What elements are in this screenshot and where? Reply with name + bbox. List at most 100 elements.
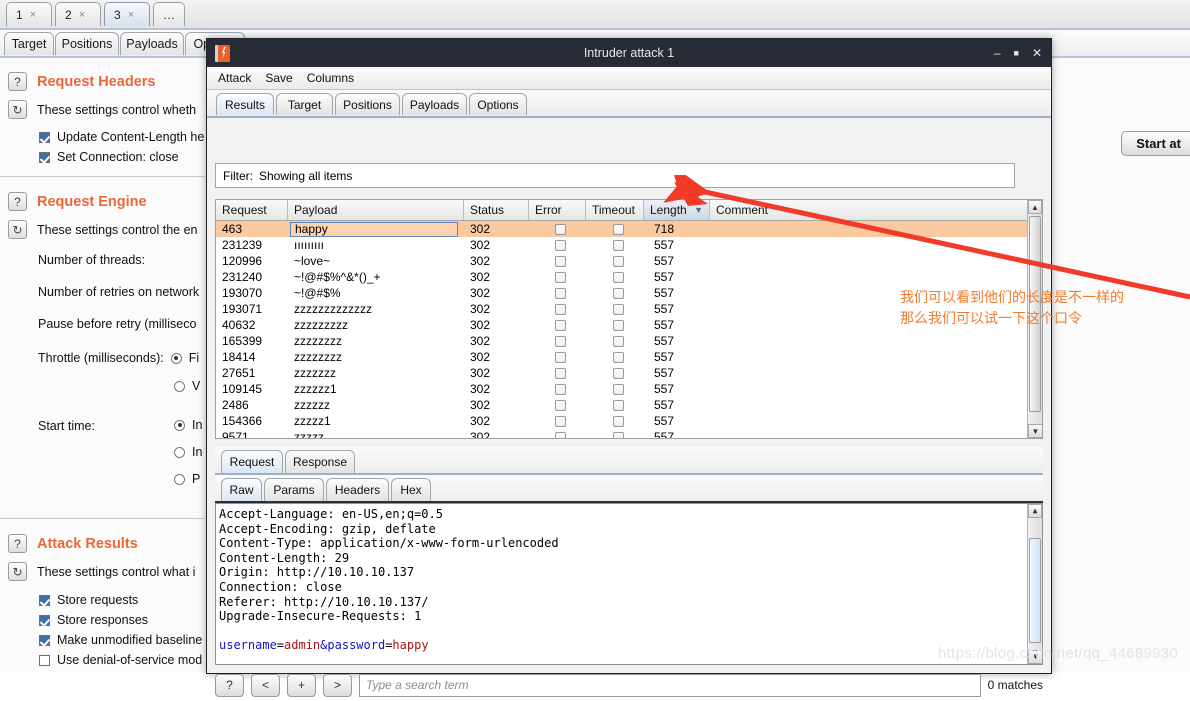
help-icon[interactable]: ? — [215, 673, 244, 697]
scroll-down-icon[interactable]: ▼ — [1028, 424, 1042, 438]
radio-start-paused[interactable]: P — [174, 472, 200, 486]
checkbox-icon[interactable] — [39, 131, 50, 143]
refresh-icon[interactable]: ↻ — [8, 562, 27, 581]
column-header-error[interactable]: Error — [529, 200, 586, 220]
minimize-icon[interactable]: – — [994, 46, 1001, 60]
tab-response[interactable]: Response — [285, 450, 355, 473]
search-input[interactable]: Type a search term — [359, 673, 981, 697]
checkbox-icon[interactable] — [612, 271, 624, 283]
tab-options[interactable]: Options — [469, 93, 527, 115]
cell-payload[interactable]: happy — [288, 221, 464, 237]
start-attack-button[interactable]: Start at — [1121, 131, 1190, 156]
scroll-thumb[interactable] — [1029, 538, 1041, 643]
cell-payload[interactable]: zzzzzz1 — [288, 381, 464, 397]
cell-timeout[interactable] — [586, 333, 644, 349]
help-icon[interactable]: ? — [8, 534, 27, 553]
filter-bar[interactable]: Filter: Showing all items — [215, 163, 1015, 188]
cell-payload[interactable]: zzzzzzz — [288, 365, 464, 381]
menu-save[interactable]: Save — [265, 71, 292, 85]
scroll-thumb[interactable] — [1029, 216, 1041, 412]
table-row[interactable]: 109145 zzzzzz1 302 557 — [216, 381, 1042, 397]
checkbox-store-requests[interactable]: Store requests — [39, 593, 138, 607]
tab-request[interactable]: Request — [221, 450, 283, 473]
radio-start-immediately[interactable]: In — [174, 418, 202, 432]
menu-columns[interactable]: Columns — [307, 71, 354, 85]
radio-icon[interactable] — [174, 380, 185, 392]
cell-timeout[interactable] — [586, 349, 644, 365]
table-row[interactable]: 231239 ııııııııı 302 557 — [216, 237, 1042, 253]
results-table[interactable]: Request Payload Status Error Timeout Len… — [215, 199, 1043, 439]
bg-tab-3[interactable]: 3 × — [104, 2, 150, 26]
cell-error[interactable] — [529, 285, 586, 301]
radio-start-in[interactable]: In — [174, 445, 202, 459]
cell-payload[interactable]: zzzzzzzzzzzzz — [288, 301, 464, 317]
cell-timeout[interactable] — [586, 269, 644, 285]
cell-payload[interactable]: ııııııııı — [288, 237, 464, 253]
table-row[interactable]: 154366 zzzzz1 302 557 — [216, 413, 1042, 429]
checkbox-icon[interactable] — [612, 287, 624, 299]
checkbox-icon[interactable] — [555, 367, 566, 379]
results-vertical-scrollbar[interactable]: ▲ ▼ — [1027, 200, 1042, 438]
tab-target[interactable]: Target — [276, 93, 333, 115]
subtab-payloads[interactable]: Payloads — [120, 32, 184, 55]
cell-timeout[interactable] — [586, 237, 644, 253]
checkbox-icon[interactable] — [612, 239, 624, 251]
tab-results[interactable]: Results — [216, 93, 274, 115]
checkbox-icon[interactable] — [555, 383, 566, 395]
menu-attack[interactable]: Attack — [218, 71, 251, 85]
cell-error[interactable] — [529, 429, 586, 438]
checkbox-icon[interactable] — [612, 383, 624, 395]
tab-headers[interactable]: Headers — [326, 478, 389, 501]
cell-error[interactable] — [529, 221, 586, 237]
checkbox-make-unmodified-baseline[interactable]: Make unmodified baseline — [39, 633, 202, 647]
cell-timeout[interactable] — [586, 253, 644, 269]
cell-error[interactable] — [529, 381, 586, 397]
checkbox-update-content-length[interactable]: Update Content-Length he — [39, 130, 204, 144]
help-icon[interactable]: ? — [8, 72, 27, 91]
checkbox-icon[interactable] — [555, 431, 566, 438]
checkbox-icon[interactable] — [612, 303, 624, 315]
column-header-request[interactable]: Request — [216, 200, 288, 220]
cell-error[interactable] — [529, 253, 586, 269]
previous-match-button[interactable]: < — [251, 673, 280, 697]
add-search-button[interactable]: + — [287, 673, 316, 697]
cell-payload[interactable]: ~!@#$% — [288, 285, 464, 301]
column-header-payload[interactable]: Payload — [288, 200, 464, 220]
cell-timeout[interactable] — [586, 413, 644, 429]
checkbox-icon[interactable] — [39, 634, 50, 646]
close-icon[interactable]: ✕ — [1032, 46, 1042, 60]
checkbox-icon[interactable] — [555, 303, 566, 315]
dialog-title-bar[interactable]: Intruder attack 1 – ■ ✕ — [207, 39, 1051, 67]
tab-payloads[interactable]: Payloads — [402, 93, 467, 115]
table-row[interactable]: 165399 zzzzzzzz 302 557 — [216, 333, 1042, 349]
checkbox-icon[interactable] — [555, 255, 566, 267]
table-row[interactable]: 120996 ~love~ 302 557 — [216, 253, 1042, 269]
cell-error[interactable] — [529, 333, 586, 349]
cell-timeout[interactable] — [586, 301, 644, 317]
bg-tab-1[interactable]: 1 × — [6, 2, 52, 26]
refresh-icon[interactable]: ↻ — [8, 220, 27, 239]
payload-edit-box[interactable]: happy — [290, 221, 458, 237]
checkbox-icon[interactable] — [555, 287, 566, 299]
subtab-positions[interactable]: Positions — [55, 32, 119, 55]
tab-positions[interactable]: Positions — [335, 93, 400, 115]
maximize-icon[interactable]: ■ — [1014, 48, 1019, 58]
column-header-comment[interactable]: Comment — [710, 200, 890, 220]
radio-icon[interactable] — [174, 419, 185, 431]
checkbox-icon[interactable] — [555, 319, 566, 331]
cell-error[interactable] — [529, 349, 586, 365]
cell-payload[interactable]: zzzzz — [288, 429, 464, 438]
cell-payload[interactable]: zzzzzz — [288, 397, 464, 413]
checkbox-icon[interactable] — [555, 351, 566, 363]
request-raw-viewer[interactable]: Accept-Language: en-US,en;q=0.5 Accept-En… — [215, 503, 1043, 665]
table-row[interactable]: 27651 zzzzzzz 302 557 — [216, 365, 1042, 381]
cell-timeout[interactable] — [586, 317, 644, 333]
scroll-up-icon[interactable]: ▲ — [1028, 504, 1042, 518]
next-match-button[interactable]: > — [323, 673, 352, 697]
help-icon[interactable]: ? — [8, 192, 27, 211]
cell-error[interactable] — [529, 237, 586, 253]
tab-params[interactable]: Params — [264, 478, 324, 501]
close-icon[interactable]: × — [128, 9, 134, 21]
radio-icon[interactable] — [174, 473, 185, 485]
table-row[interactable]: 193071 zzzzzzzzzzzzz 302 557 — [216, 301, 1042, 317]
